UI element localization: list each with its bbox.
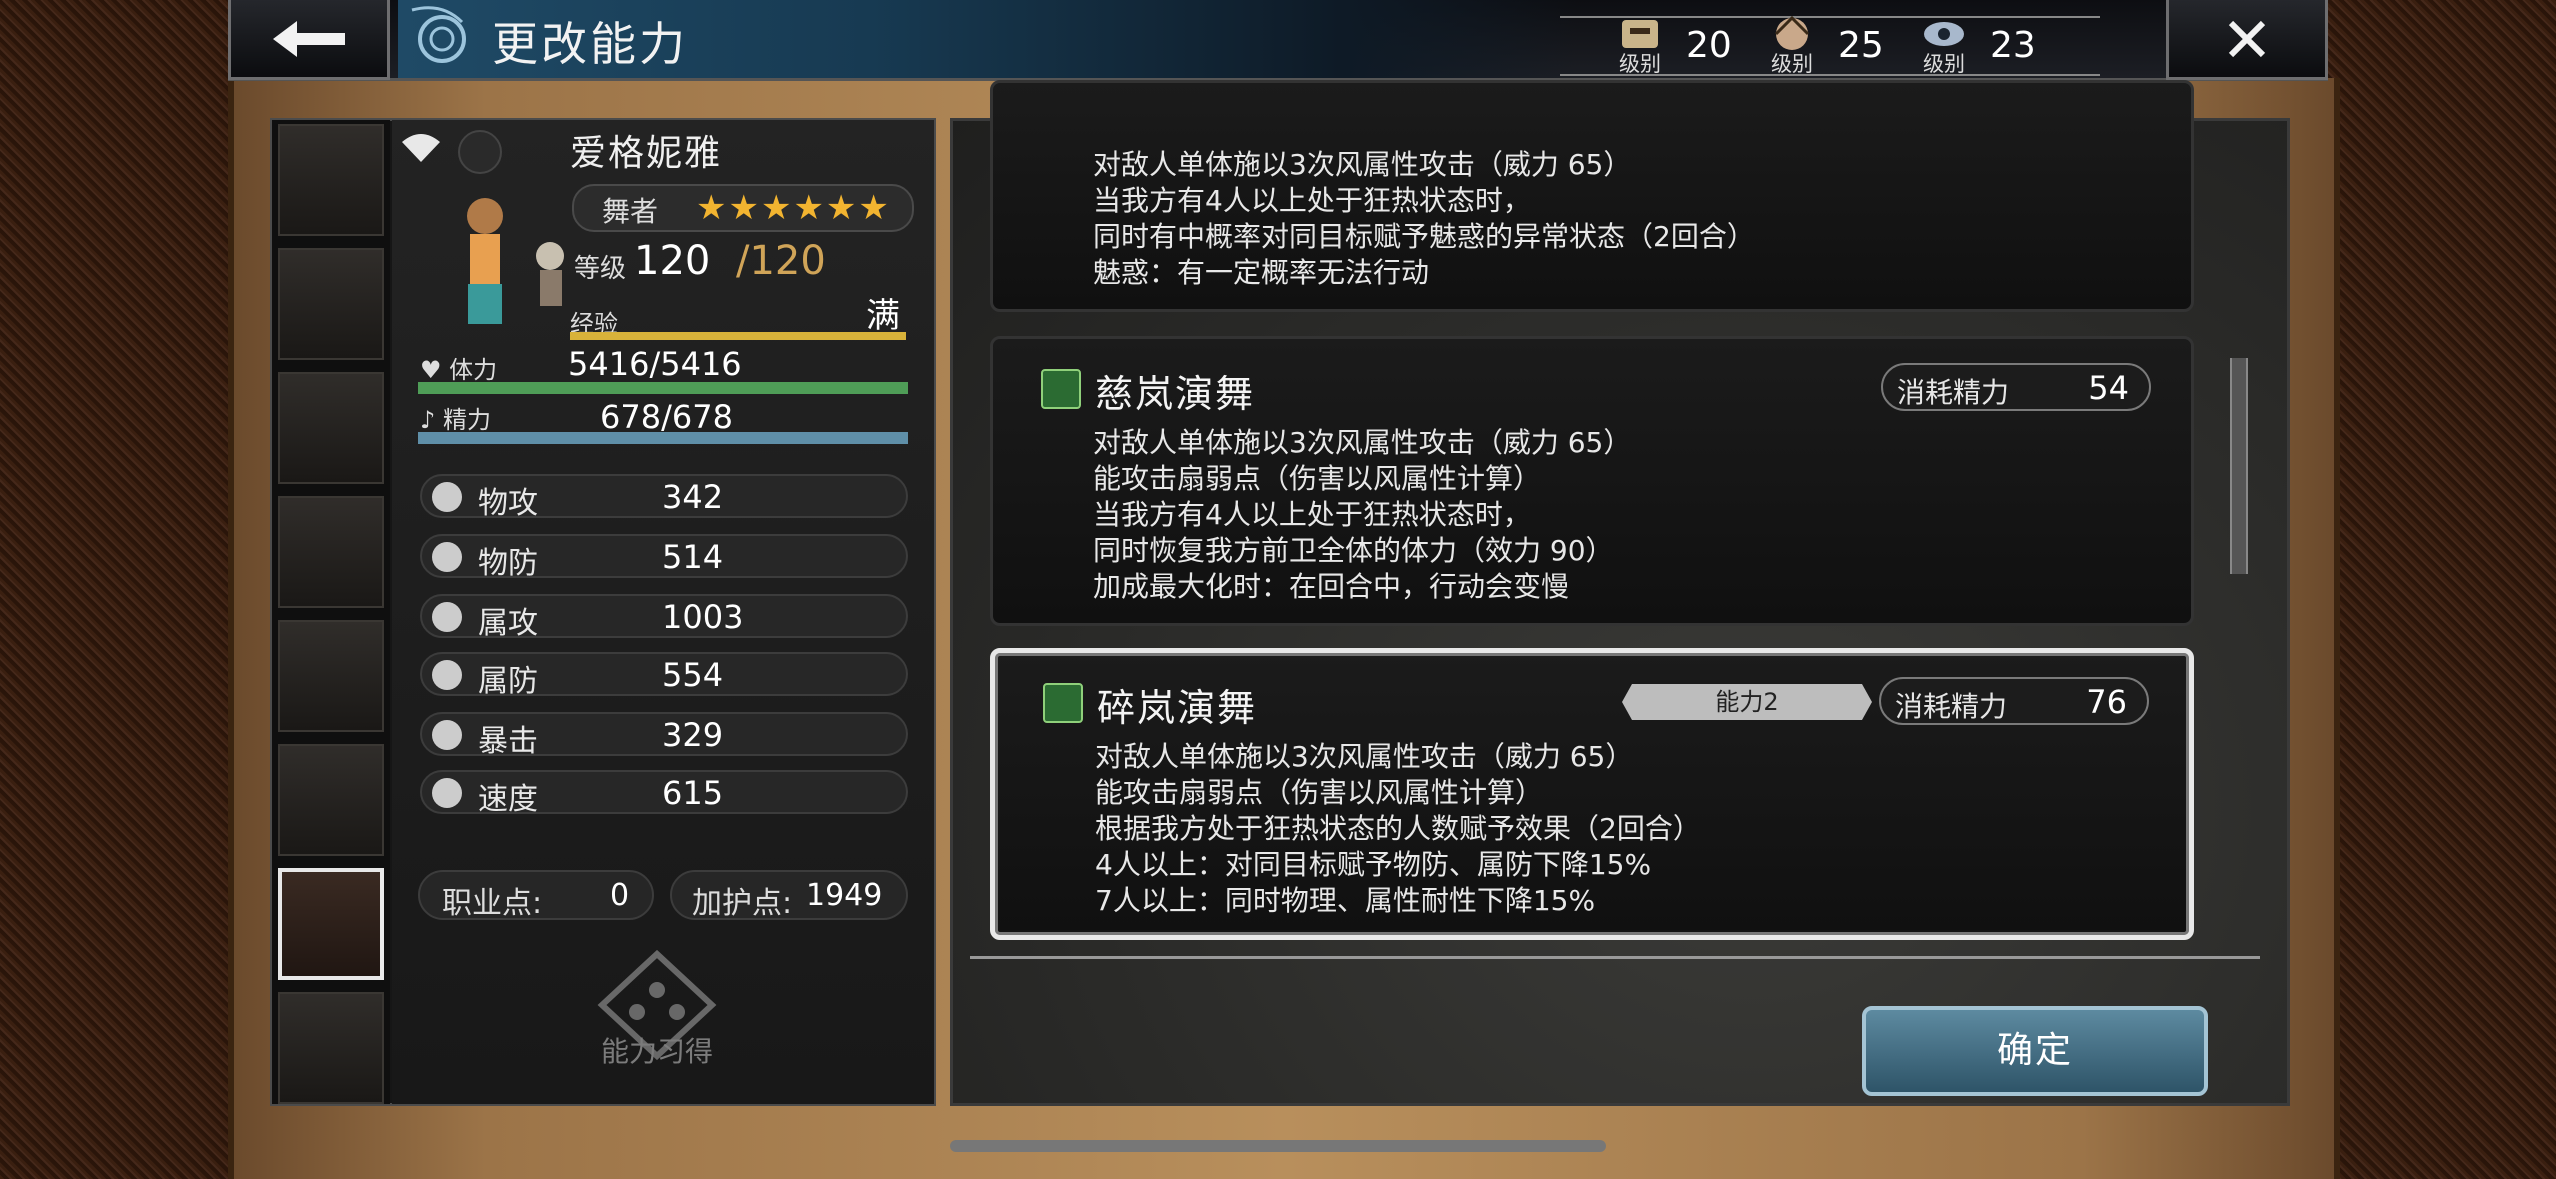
rarity-stars: ★★★★★★ bbox=[696, 188, 891, 228]
sp-bar bbox=[418, 432, 908, 444]
elem-atk-icon bbox=[432, 602, 462, 632]
back-arrow-icon bbox=[273, 20, 345, 57]
phys-atk-icon bbox=[432, 482, 462, 512]
ability-card-partial[interactable]: 对敌人单体施以3次风属性攻击（威力 65） 当我方有4人以上处于狂热状态时， 同… bbox=[990, 80, 2194, 312]
scrollbar[interactable] bbox=[2230, 358, 2248, 574]
elem-def-icon bbox=[432, 660, 462, 690]
party-portrait-list bbox=[272, 120, 390, 1104]
ability-description: 对敌人单体施以3次风属性攻击（威力 65） 能攻击扇弱点（伤害以风属性计算） 当… bbox=[1093, 426, 1632, 603]
exp-status: 满 bbox=[866, 296, 900, 336]
ability-card-suilan-selected[interactable]: 碎岚演舞 消耗精力 76 对敌人单体施以3次风属性攻击（威力 65） 能攻击扇弱… bbox=[990, 648, 2194, 940]
party-portrait-5[interactable] bbox=[278, 620, 384, 732]
divider bbox=[970, 956, 2260, 959]
character-name: 爱格妮雅 bbox=[570, 133, 723, 174]
page-title: 更改能力 bbox=[492, 17, 688, 71]
level-group-2: 级别 25 bbox=[1760, 14, 1884, 76]
level-icon-3: 级别 bbox=[1912, 14, 1976, 76]
confirm-button[interactable]: 确定 bbox=[1862, 1006, 2208, 1096]
level-current: 120 bbox=[634, 238, 711, 284]
phys-def-icon bbox=[432, 542, 462, 572]
job-name: 舞者 bbox=[602, 195, 659, 228]
stat-row-speed: 速度 615 bbox=[420, 770, 908, 817]
sp-cost-badge: 消耗精力 76 bbox=[1879, 677, 2149, 725]
hp-value: 5416/5416 bbox=[568, 345, 742, 383]
ability-learn-button[interactable]: 能力习得 bbox=[592, 949, 722, 1080]
party-portrait-2[interactable] bbox=[278, 248, 384, 360]
back-button[interactable] bbox=[228, 0, 390, 80]
job-points: 职业点: 0 bbox=[418, 870, 654, 921]
game-screen: 更改能力 级别 20 级别 25 级别 23 爱格妮雅 舞者 ★★★★★★ 等级… bbox=[0, 0, 2556, 1179]
heart-icon: ♥ bbox=[420, 356, 442, 384]
party-portrait-4[interactable] bbox=[278, 496, 384, 608]
level-label: 等级 bbox=[574, 254, 627, 284]
sp-row: ♪ 精力 bbox=[420, 400, 491, 435]
hp-row: ♥ 体力 bbox=[420, 350, 497, 385]
level-icon-2: 级别 bbox=[1760, 14, 1824, 76]
fan-weapon-icon bbox=[402, 134, 440, 162]
stat-row-phys-def: 物防 514 bbox=[420, 534, 908, 581]
party-portrait-1[interactable] bbox=[278, 124, 384, 236]
exp-bar bbox=[570, 332, 906, 340]
character-sprite bbox=[467, 198, 564, 324]
wind-element-icon bbox=[1041, 369, 1081, 409]
stat-row-elem-def: 属防 554 bbox=[420, 652, 908, 699]
party-portrait-6[interactable] bbox=[278, 744, 384, 856]
close-icon bbox=[2228, 20, 2266, 57]
crit-icon bbox=[432, 720, 462, 750]
close-button[interactable] bbox=[2166, 0, 2328, 80]
empty-slot-icon bbox=[458, 130, 502, 174]
sp-cost-badge: 消耗精力 54 bbox=[1881, 363, 2151, 411]
sp-value: 678/678 bbox=[600, 398, 733, 436]
sp-label: 精力 bbox=[442, 406, 491, 434]
sp-icon: ♪ bbox=[420, 406, 436, 434]
stat-row-phys-atk: 物攻 342 bbox=[420, 474, 908, 521]
ability-slot-tag: 能力2 bbox=[1622, 684, 1872, 720]
hp-bar bbox=[418, 382, 908, 394]
ability-description: 对敌人单体施以3次风属性攻击（威力 65） 当我方有4人以上处于狂热状态时， 同… bbox=[1093, 148, 1755, 289]
level-icon-1: 级别 bbox=[1608, 14, 1672, 76]
stat-row-elem-atk: 属攻 1003 bbox=[420, 594, 908, 641]
stat-row-crit: 暴击 329 bbox=[420, 712, 908, 759]
level-max: /120 bbox=[736, 238, 826, 284]
ability-description: 对敌人单体施以3次风属性攻击（威力 65） 能攻击扇弱点（伤害以风属性计算） 根… bbox=[1095, 740, 1701, 917]
speed-icon bbox=[432, 778, 462, 808]
party-portrait-selected[interactable] bbox=[278, 868, 384, 980]
level-group-1: 级别 20 bbox=[1608, 14, 1732, 76]
home-indicator bbox=[950, 1140, 1606, 1152]
guard-points: 加护点: 1949 bbox=[670, 870, 908, 921]
wind-element-icon bbox=[1043, 683, 1083, 723]
ability-card-cilan[interactable]: 慈岚演舞 消耗精力 54 对敌人单体施以3次风属性攻击（威力 65） 能攻击扇弱… bbox=[990, 336, 2194, 626]
ability-name: 慈岚演舞 bbox=[1095, 372, 1256, 416]
hp-label: 体力 bbox=[449, 356, 498, 384]
ability-name: 碎岚演舞 bbox=[1097, 686, 1258, 730]
party-portrait-3[interactable] bbox=[278, 372, 384, 484]
party-portrait-8[interactable] bbox=[278, 992, 384, 1104]
level-group-3: 级别 23 bbox=[1912, 14, 2036, 76]
swirl-ornament-icon bbox=[411, 6, 466, 63]
